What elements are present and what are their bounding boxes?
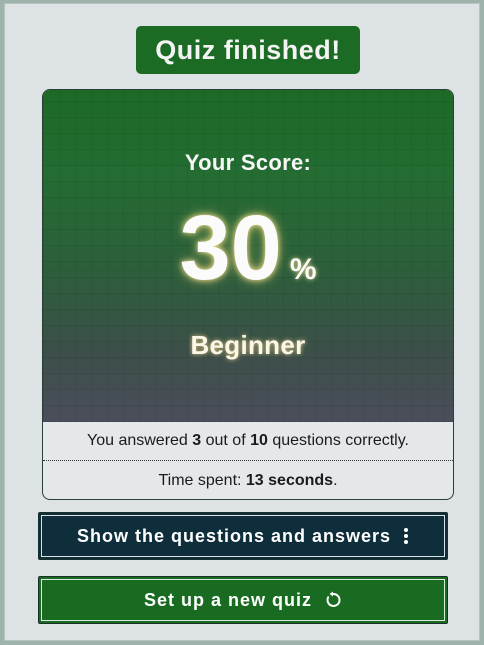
score-hero: Your Score: 30 % Beginner	[43, 90, 453, 422]
page-title: Quiz finished!	[136, 26, 360, 74]
correct-count: 3	[192, 432, 202, 449]
button-inner-border	[41, 515, 445, 557]
time-value: 13 seconds	[245, 472, 334, 489]
button-inner-border	[41, 579, 445, 621]
time-suffix: .	[333, 472, 338, 489]
quiz-result-panel: Quiz finished! Your Score: 30 % Beginner…	[4, 3, 480, 641]
score-value-row: 30 %	[43, 202, 453, 294]
correct-answers-summary: You answered 3 out of 10 questions corre…	[43, 422, 453, 461]
score-level: Beginner	[190, 330, 306, 360]
time-prefix: Time spent:	[158, 472, 246, 489]
show-questions-answers-button[interactable]: Show the questions and answers	[38, 512, 448, 560]
time-spent-summary: Time spent: 13 seconds .	[43, 462, 453, 499]
correct-prefix: You answered	[87, 432, 193, 449]
score-value: 30	[179, 197, 282, 299]
new-quiz-button[interactable]: Set up a new quiz	[38, 576, 448, 624]
score-card: Your Score: 30 % Beginner You answered 3…	[42, 89, 454, 500]
correct-suffix: questions correctly.	[267, 432, 409, 449]
score-unit: %	[289, 253, 317, 286]
page-title-text: Quiz finished!	[155, 34, 341, 65]
score-label: Your Score:	[184, 150, 312, 175]
correct-middle: out of	[201, 432, 251, 449]
total-count: 10	[250, 432, 268, 449]
